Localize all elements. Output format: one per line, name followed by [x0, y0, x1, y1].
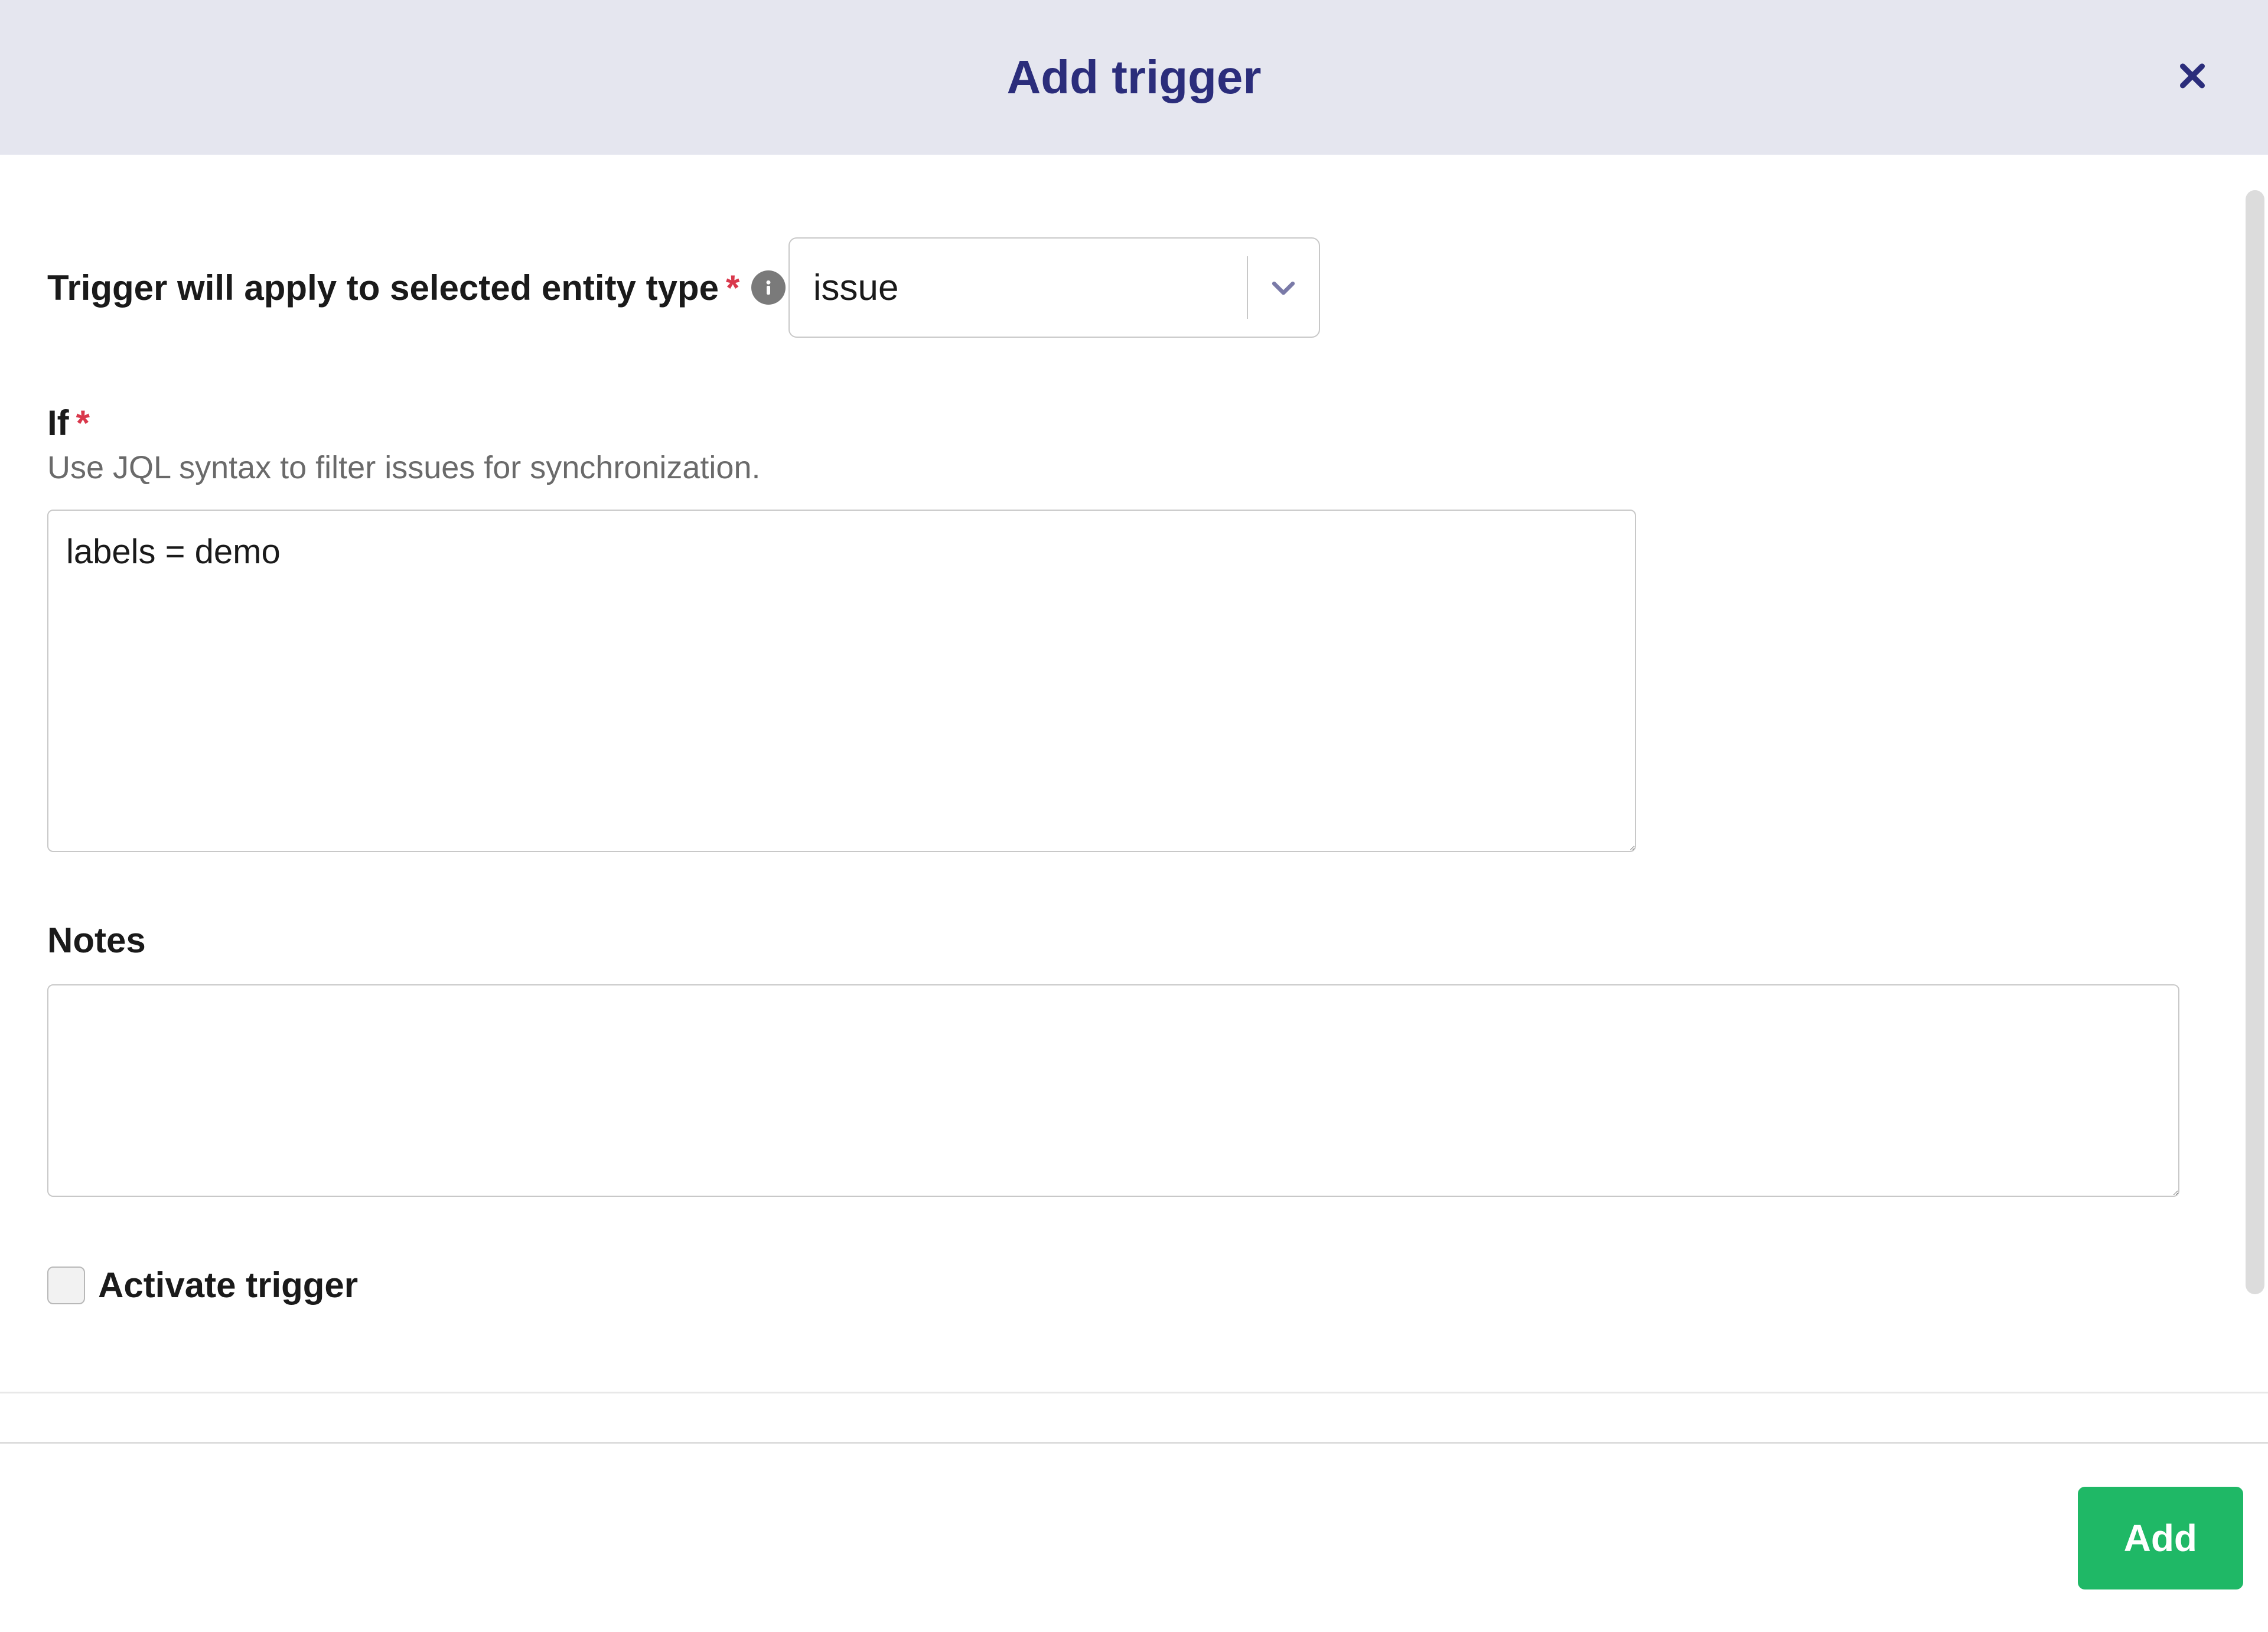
activate-label: Activate trigger [98, 1265, 358, 1305]
if-label-text: If [47, 403, 69, 443]
modal-header: Add trigger [0, 0, 2268, 155]
required-asterisk: * [726, 267, 739, 308]
if-field: If* Use JQL syntax to filter issues for … [47, 403, 2221, 855]
scrollbar-thumb[interactable] [2246, 190, 2264, 1294]
modal-title: Add trigger [1006, 50, 1261, 105]
info-icon[interactable] [751, 270, 786, 305]
if-label: If* [47, 403, 90, 443]
entity-type-value: issue [790, 239, 1247, 337]
entity-type-field: Trigger will apply to selected entity ty… [47, 202, 2221, 338]
close-icon [2176, 60, 2209, 96]
add-button[interactable]: Add [2078, 1487, 2243, 1589]
scrollbar-track[interactable] [2242, 155, 2268, 1442]
notes-field: Notes [47, 920, 2221, 1200]
chevron-down-icon [1248, 239, 1319, 337]
activate-field: Activate trigger [47, 1265, 2221, 1307]
activate-checkbox[interactable]: Activate trigger [47, 1265, 358, 1305]
close-button[interactable] [2176, 60, 2209, 96]
notes-input[interactable] [47, 984, 2179, 1197]
entity-type-label-text: Trigger will apply to selected entity ty… [47, 267, 719, 308]
modal-footer: Add [0, 1442, 2268, 1632]
footer-divider [0, 1392, 2268, 1393]
checkbox-box [47, 1267, 85, 1304]
required-asterisk: * [76, 403, 90, 443]
entity-type-select[interactable]: issue [788, 237, 1320, 338]
notes-label: Notes [47, 920, 146, 961]
modal-body: Trigger will apply to selected entity ty… [0, 155, 2268, 1442]
jql-input[interactable] [47, 510, 1636, 852]
entity-type-label: Trigger will apply to selected entity ty… [47, 267, 786, 308]
if-hint: Use JQL syntax to filter issues for sync… [47, 449, 2221, 486]
